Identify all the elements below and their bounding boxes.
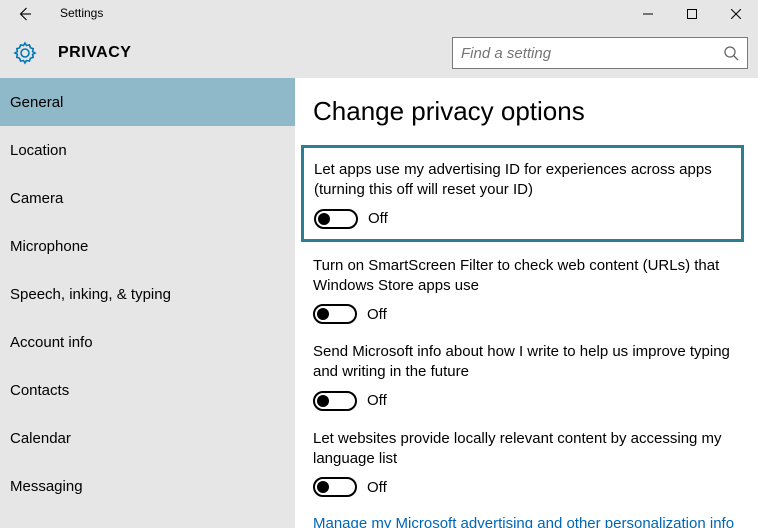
toggle-state: Off (367, 306, 387, 323)
page-title: Change privacy options (313, 96, 744, 127)
sidebar-item-label: Camera (10, 190, 63, 207)
maximize-icon (687, 9, 697, 19)
toggle-row: Off (313, 391, 744, 411)
option-language-list: Let websites provide locally relevant co… (313, 429, 744, 498)
sidebar-item-general[interactable]: General (0, 78, 295, 126)
option-label: Turn on SmartScreen Filter to check web … (313, 256, 744, 297)
sidebar-item-label: Speech, inking, & typing (10, 286, 171, 303)
sidebar-item-calendar[interactable]: Calendar (0, 414, 295, 462)
sidebar-item-account-info[interactable]: Account info (0, 318, 295, 366)
toggle-advertising-id[interactable] (314, 209, 358, 229)
option-smartscreen: Turn on SmartScreen Filter to check web … (313, 256, 744, 325)
option-label: Let apps use my advertising ID for exper… (314, 160, 731, 201)
header: PRIVACY (0, 28, 758, 78)
option-label: Send Microsoft info about how I write to… (313, 342, 744, 383)
sidebar-item-contacts[interactable]: Contacts (0, 366, 295, 414)
toggle-state: Off (368, 210, 388, 227)
close-button[interactable] (714, 0, 758, 28)
toggle-row: Off (314, 209, 731, 229)
sidebar-item-messaging[interactable]: Messaging (0, 462, 295, 510)
search-input[interactable] (461, 45, 723, 62)
manage-ads-link[interactable]: Manage my Microsoft advertising and othe… (313, 515, 744, 528)
back-arrow-icon (16, 5, 34, 23)
toggle-knob (317, 481, 329, 493)
window-title: Settings (50, 0, 103, 20)
toggle-language-list[interactable] (313, 477, 357, 497)
toggle-row: Off (313, 304, 744, 324)
sidebar-item-label: General (10, 94, 63, 111)
sidebar-item-speech[interactable]: Speech, inking, & typing (0, 270, 295, 318)
sidebar-item-microphone[interactable]: Microphone (0, 222, 295, 270)
window-controls (626, 0, 758, 28)
toggle-smartscreen[interactable] (313, 304, 357, 324)
sidebar-item-label: Microphone (10, 238, 88, 255)
toggle-send-typing[interactable] (313, 391, 357, 411)
search-icon (723, 45, 739, 61)
minimize-button[interactable] (626, 0, 670, 28)
search-box[interactable] (452, 37, 748, 69)
body: General Location Camera Microphone Speec… (0, 78, 758, 528)
sidebar-item-label: Calendar (10, 430, 71, 447)
option-label: Let websites provide locally relevant co… (313, 429, 744, 470)
maximize-button[interactable] (670, 0, 714, 28)
minimize-icon (643, 9, 653, 19)
section-title: PRIVACY (58, 44, 131, 62)
settings-gear-icon (10, 41, 40, 65)
toggle-knob (318, 213, 330, 225)
sidebar-item-label: Messaging (10, 478, 83, 495)
toggle-state: Off (367, 479, 387, 496)
option-advertising-id: Let apps use my advertising ID for exper… (301, 145, 744, 242)
toggle-knob (317, 395, 329, 407)
option-send-typing-info: Send Microsoft info about how I write to… (313, 342, 744, 411)
titlebar: Settings (0, 0, 758, 28)
toggle-state: Off (367, 392, 387, 409)
toggle-knob (317, 308, 329, 320)
close-icon (731, 9, 741, 19)
sidebar-item-label: Contacts (10, 382, 69, 399)
sidebar: General Location Camera Microphone Speec… (0, 78, 295, 528)
back-button[interactable] (0, 0, 50, 28)
content-panel: Change privacy options Let apps use my a… (295, 78, 758, 528)
sidebar-item-label: Location (10, 142, 67, 159)
sidebar-item-location[interactable]: Location (0, 126, 295, 174)
sidebar-item-camera[interactable]: Camera (0, 174, 295, 222)
sidebar-item-label: Account info (10, 334, 93, 351)
toggle-row: Off (313, 477, 744, 497)
